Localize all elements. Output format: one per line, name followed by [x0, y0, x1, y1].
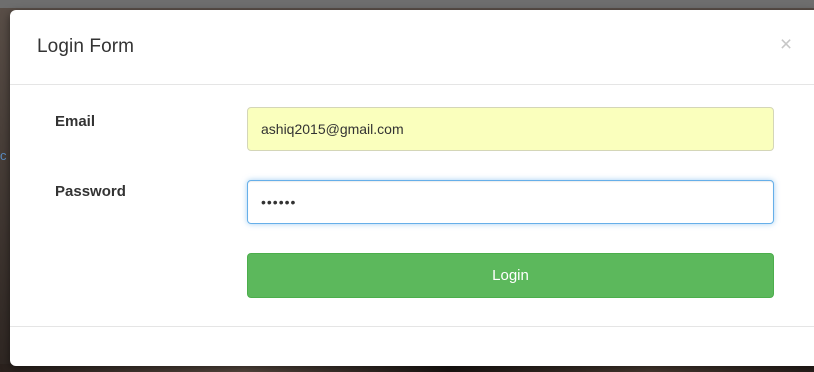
password-field[interactable]: [247, 180, 774, 224]
backdrop-partial-text: c: [0, 148, 7, 163]
email-label: Email: [55, 113, 96, 130]
modal-title: Login Form: [37, 36, 135, 57]
password-label: Password: [55, 183, 126, 200]
modal-header: Login Form ×: [10, 10, 814, 85]
email-field[interactable]: [247, 107, 774, 151]
login-button[interactable]: Login: [247, 253, 774, 298]
close-icon[interactable]: ×: [776, 34, 796, 56]
login-modal: Login Form × Email Password Login: [10, 10, 814, 366]
modal-footer: [10, 326, 814, 367]
modal-body: Email Password Login: [10, 85, 814, 325]
